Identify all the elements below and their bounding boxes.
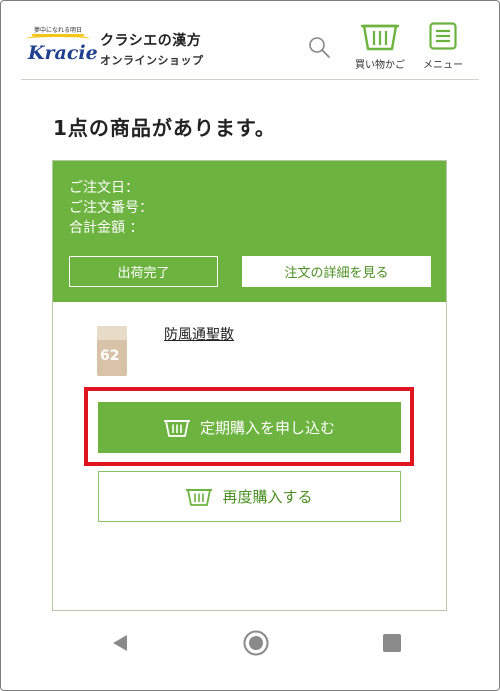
kracie-logo[interactable]: 夢中になれる明日 Kracie [26,26,98,66]
back-triangle-icon[interactable] [112,634,128,652]
shipping-status-badge: 出荷完了 [69,256,218,287]
recent-square-icon[interactable] [383,634,401,652]
cart-icon [163,419,190,437]
order-card: ご注文日： ご注文番号： 合計金額 ： 出荷完了 注文の詳細を見る 62 防風通… [52,160,447,611]
subscribe-button[interactable]: 定期購入を申し込む [98,402,401,453]
order-number-label: ご注文番号： [69,200,153,216]
header-divider [21,79,479,80]
menu-label: メニュー [423,60,463,71]
order-date-label: ご注文日： [69,180,139,196]
home-circle-icon[interactable] [243,630,269,656]
menu-icon [429,22,457,50]
brand-name: クラシエの漢方 [100,33,202,49]
reorder-button-label: 再度購入する [222,488,313,506]
order-meta: ご注文日： ご注文番号： 合計金額 ： [69,178,153,238]
order-card-header: ご注文日： ご注文番号： 合計金額 ： 出荷完了 注文の詳細を見る [53,161,446,302]
brand-subtitle: オンラインショップ [100,54,204,67]
product-name-link[interactable]: 防風通聖散 [164,324,234,344]
cart-label: 買い物かご [355,60,405,71]
product-image-band [97,326,127,340]
brand-title[interactable]: クラシエの漢方 オンラインショップ [100,30,204,68]
android-nav-bar [0,620,500,670]
page-title: 1点の商品があります。 [53,116,276,140]
order-detail-button[interactable]: 注文の詳細を見る [242,256,431,287]
subscribe-button-label: 定期購入を申し込む [199,419,335,437]
product-package-number: 62 [100,348,120,364]
cart-button[interactable]: 買い物かご [352,22,408,72]
cart-icon [186,488,213,506]
search-icon[interactable] [307,35,331,59]
reorder-button[interactable]: 再度購入する [98,471,401,522]
site-header: 夢中になれる明日 Kracie クラシエの漢方 オンラインショップ 買い物かご … [0,0,500,80]
cart-icon [361,24,399,51]
menu-button[interactable]: メニュー [418,22,468,72]
product-image[interactable]: 62 [97,326,127,376]
order-total-label: 合計金額 ： [69,220,144,236]
logo-text: Kracie [28,42,98,64]
